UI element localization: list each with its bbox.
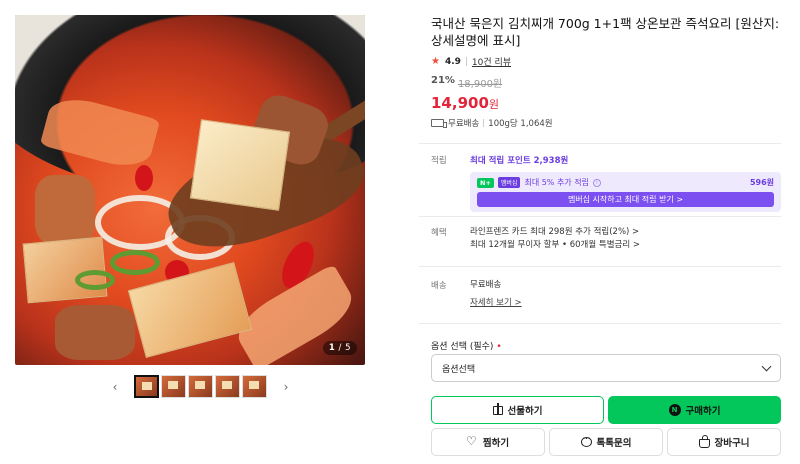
review-count-link[interactable]: 10건 리뷰 xyxy=(472,55,511,68)
image-counter-current: 1 xyxy=(328,343,336,353)
unit-price: 100g당 1,064원 xyxy=(488,119,553,129)
option-select-value: 옵션선택 xyxy=(442,364,476,375)
info-icon[interactable]: i xyxy=(592,178,601,187)
section-divider xyxy=(419,216,781,217)
product-info: 국내산 묵은지 김치찌개 700g 1+1팩 상온보관 즉석요리 [원산지: 상… xyxy=(431,15,781,129)
shipping-text: 무료배송 xyxy=(448,119,480,129)
gift-icon xyxy=(492,402,503,415)
gift-button[interactable]: 선물하기 xyxy=(431,396,604,424)
section-divider xyxy=(419,266,781,267)
benefits-row: 혜택 라인프렌즈 카드 최대 298원 추가 적립(2%) > 최대 12개월 … xyxy=(431,226,781,252)
thumbnail[interactable] xyxy=(134,375,159,398)
meat-piece xyxy=(35,175,95,245)
sale-price-unit: 원 xyxy=(488,98,500,111)
section-divider xyxy=(419,323,781,324)
card-benefit-link[interactable]: 라인프렌즈 카드 최대 298원 추가 적립(2%) > xyxy=(470,226,781,239)
section-divider xyxy=(419,143,781,144)
discount-percent: 21% xyxy=(431,75,455,86)
npay-logo-icon: N xyxy=(668,404,681,416)
rating-row: ★ 4.9 10건 리뷰 xyxy=(431,55,781,68)
meat-piece xyxy=(55,305,135,360)
sale-price: 14,900원 xyxy=(431,94,781,112)
option-select[interactable]: 옵션선택 xyxy=(431,354,781,382)
delivery-label: 배송 xyxy=(431,281,447,291)
thumbnail[interactable] xyxy=(215,375,240,398)
star-icon: ★ xyxy=(431,56,440,67)
chili-slice xyxy=(135,165,153,191)
buy-button-label: 구매하기 xyxy=(685,406,721,417)
option-label-text: 옵션 선택 (필수) xyxy=(431,342,494,352)
installment-benefit-link[interactable]: 최대 12개월 무이자 할부 • 60개월 특별금리 > xyxy=(470,239,781,252)
truck-icon xyxy=(431,119,447,128)
product-title: 국내산 묵은지 김치찌개 700g 1+1팩 상온보관 즉석요리 [원산지: 상… xyxy=(431,16,780,48)
membership-badge: 멤버십 xyxy=(497,177,521,188)
sale-price-value: 14,900 xyxy=(431,94,489,112)
required-mark: • xyxy=(496,342,502,352)
points-row: 적립 최대 적립 포인트 2,938원 N+ 멤버십 최대 5% 추가 적립 i… xyxy=(431,154,781,212)
delivery-row: 배송 무료배송 자세히 보기 > xyxy=(431,279,781,310)
cart-button-label: 장바구니 xyxy=(714,438,750,449)
shipping-line: 무료배송 100g당 1,064원 xyxy=(431,117,781,129)
npay-points-amount: 596원 xyxy=(749,178,774,187)
npay-membership-box: N+ 멤버십 최대 5% 추가 적립 i 596원 멤버십 시작하고 최대 적립… xyxy=(470,172,781,212)
option-label: 옵션 선택 (필수) • xyxy=(431,339,502,352)
cart-button[interactable]: 장바구니 xyxy=(667,428,781,456)
chat-bubble-icon xyxy=(580,435,592,447)
delivery-details-link[interactable]: 자세히 보기 > xyxy=(470,297,781,310)
tofu-piece xyxy=(189,119,291,211)
image-counter: 1 / 5 xyxy=(322,341,357,355)
membership-start-button[interactable]: 멤버십 시작하고 최대 적립 받기 > xyxy=(477,192,774,207)
wishlist-button-label: 찜하기 xyxy=(482,438,510,449)
wishlist-button[interactable]: 찜하기 xyxy=(431,428,545,456)
image-counter-total: / 5 xyxy=(338,343,351,353)
max-points-link[interactable]: 최대 적립 포인트 2,938원 xyxy=(470,154,781,166)
talktalk-button-label: 톡톡문의 xyxy=(596,438,632,449)
chevron-left-icon[interactable]: ‹ xyxy=(108,376,122,398)
original-price: 18,900원 xyxy=(457,79,503,90)
heart-icon xyxy=(466,434,478,448)
scallion-slice xyxy=(110,250,160,275)
product-main-image[interactable]: 1 / 5 xyxy=(15,15,365,365)
pricing: 21% 18,900원 14,900원 무료배송 100g당 1,064원 xyxy=(431,75,781,129)
scallion-slice xyxy=(75,270,115,290)
thumbnail[interactable] xyxy=(188,375,213,398)
rating-score: 4.9 xyxy=(444,56,461,67)
npay-badge: N+ xyxy=(477,177,494,188)
buy-button[interactable]: N 구매하기 xyxy=(608,396,781,424)
delivery-value: 무료배송 xyxy=(470,280,502,290)
chevron-right-icon[interactable]: › xyxy=(279,376,293,398)
divider xyxy=(483,119,485,127)
gift-button-label: 선물하기 xyxy=(507,406,543,417)
shopping-bag-icon xyxy=(698,434,710,448)
thumbnail[interactable] xyxy=(242,375,267,398)
benefits-label: 혜택 xyxy=(431,228,447,238)
points-label: 적립 xyxy=(431,156,447,166)
thumbnail[interactable] xyxy=(161,375,186,398)
thumbnail-strip: ‹ › xyxy=(108,375,293,398)
talktalk-inquiry-button[interactable]: 톡톡문의 xyxy=(549,428,663,456)
divider xyxy=(465,57,467,66)
npay-extra-points: 최대 5% 추가 적립 xyxy=(524,178,589,187)
chevron-down-icon xyxy=(761,361,772,371)
tofu-piece xyxy=(127,261,253,359)
